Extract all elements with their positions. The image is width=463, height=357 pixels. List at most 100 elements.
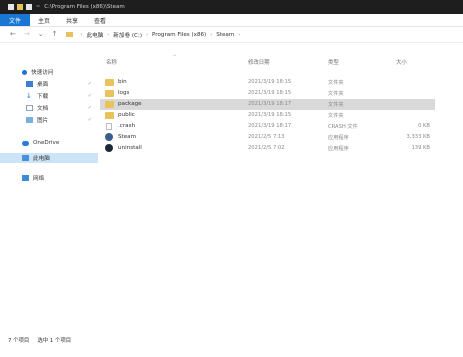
sidebar-item-label: 图片 bbox=[37, 118, 49, 124]
forward-button[interactable]: → bbox=[24, 31, 30, 38]
ribbon-tabs: 文件 主页 共享 查看 bbox=[0, 14, 463, 27]
document-icon bbox=[26, 105, 33, 111]
sidebar-item-label: 桌面 bbox=[37, 82, 49, 88]
download-icon: ↓ bbox=[26, 92, 32, 100]
file-row-package[interactable]: package 2021/3/19 18:17 文件夹 bbox=[100, 99, 435, 110]
sidebar-item-downloads[interactable]: ↓ 下载 ✓ bbox=[0, 91, 98, 101]
sidebar-item-this-pc[interactable]: 此电脑 bbox=[0, 153, 98, 163]
file-name: package bbox=[118, 101, 142, 107]
pin-icon: ✓ bbox=[87, 81, 92, 87]
file-type: 应用程序 bbox=[328, 135, 349, 141]
file-date: 2021/3/19 18:15 bbox=[248, 112, 292, 118]
sidebar-item-label: 文档 bbox=[37, 106, 49, 112]
quick-access-folder-icon[interactable] bbox=[17, 4, 23, 10]
file-date: 2021/2/5 7:02 bbox=[248, 145, 285, 151]
breadcrumb-program-files[interactable]: Program Files (x86) bbox=[152, 32, 206, 38]
pin-icon: ✓ bbox=[87, 105, 92, 111]
picture-icon bbox=[26, 117, 33, 123]
status-bar: 7 个项目 选中 1 个项目 bbox=[0, 333, 463, 347]
tab-file[interactable]: 文件 bbox=[0, 14, 31, 26]
column-header-type[interactable]: 类型 bbox=[328, 58, 339, 66]
recent-locations-button[interactable]: ⌄ bbox=[38, 31, 44, 38]
file-name: logs bbox=[118, 90, 130, 96]
file-name: bin bbox=[118, 79, 127, 85]
window-title: C:\Program Files (x86)\Steam bbox=[44, 4, 125, 10]
file-name: uninstall bbox=[118, 145, 142, 151]
column-header-size[interactable]: 大小 bbox=[396, 58, 407, 66]
column-header-name[interactable]: 名称 bbox=[106, 58, 117, 66]
breadcrumb[interactable]: › 此电脑 › 新加卷 (C:) › Program Files (x86) ›… bbox=[65, 29, 245, 40]
uninstall-icon bbox=[105, 144, 113, 152]
up-button[interactable]: ↑ bbox=[52, 31, 58, 38]
file-type: CRASH 文件 bbox=[328, 124, 358, 130]
title-separator: = bbox=[36, 4, 41, 10]
chevron-right-icon: › bbox=[238, 31, 241, 38]
star-icon bbox=[22, 69, 27, 75]
sort-indicator-icon: ^ bbox=[173, 54, 177, 59]
breadcrumb-drive-c[interactable]: 新加卷 (C:) bbox=[113, 31, 142, 39]
app-icon bbox=[8, 4, 14, 10]
file-row-logs[interactable]: logs 2021/3/19 18:15 文件夹 bbox=[100, 88, 435, 99]
tab-view[interactable]: 查看 bbox=[86, 14, 114, 26]
sidebar-item-desktop[interactable]: 桌面 ✓ bbox=[0, 79, 98, 89]
file-type: 文件夹 bbox=[328, 80, 344, 86]
folder-icon bbox=[65, 32, 73, 37]
pin-icon: ✓ bbox=[87, 93, 92, 99]
breadcrumb-steam[interactable]: Steam bbox=[216, 32, 234, 38]
chevron-right-icon: › bbox=[210, 31, 213, 38]
sidebar-item-label: 网络 bbox=[33, 176, 45, 182]
selected-count: 选中 1 个项目 bbox=[37, 338, 72, 344]
file-type: 文件夹 bbox=[328, 113, 344, 119]
steam-icon bbox=[105, 133, 113, 141]
sidebar-item-pictures[interactable]: 图片 ✓ bbox=[0, 115, 98, 125]
back-button[interactable]: ← bbox=[10, 31, 16, 38]
desktop-icon bbox=[26, 81, 33, 87]
address-bar-row: ← → ⌄ ↑ › 此电脑 › 新加卷 (C:) › Program Files… bbox=[0, 27, 463, 43]
sidebar-item-onedrive[interactable]: OneDrive bbox=[0, 138, 98, 148]
folder-icon bbox=[105, 112, 114, 119]
file-size: 3,333 KB bbox=[406, 134, 430, 140]
file-row-bin[interactable]: bin 2021/3/19 18:15 文件夹 bbox=[100, 77, 435, 88]
file-icon bbox=[106, 123, 112, 130]
folder-icon bbox=[105, 101, 114, 108]
sidebar-item-label: 下载 bbox=[37, 94, 49, 100]
file-date: 2021/3/19 18:17 bbox=[248, 101, 292, 107]
file-name: Steam bbox=[118, 134, 137, 140]
file-date: 2021/3/19 18:17 bbox=[248, 123, 292, 129]
file-size: 139 KB bbox=[411, 145, 430, 151]
column-header-date[interactable]: 修改日期 bbox=[248, 58, 270, 66]
file-type: 文件夹 bbox=[328, 102, 344, 108]
cloud-icon bbox=[22, 140, 29, 146]
computer-icon bbox=[22, 155, 29, 161]
chevron-right-icon: › bbox=[80, 31, 83, 38]
file-date: 2021/3/19 18:15 bbox=[248, 90, 292, 96]
file-name: .crash bbox=[118, 123, 136, 129]
quick-access-properties-icon[interactable] bbox=[26, 4, 32, 10]
sidebar-item-documents[interactable]: 文档 ✓ bbox=[0, 103, 98, 113]
title-bar: = C:\Program Files (x86)\Steam bbox=[0, 0, 463, 14]
tab-share[interactable]: 共享 bbox=[58, 14, 86, 26]
file-size: 0 KB bbox=[418, 123, 430, 129]
file-row-uninstall[interactable]: uninstall 2021/2/5 7:02 应用程序 139 KB bbox=[100, 143, 435, 154]
tab-home[interactable]: 主页 bbox=[30, 14, 58, 26]
file-row-crash[interactable]: .crash 2021/3/19 18:17 CRASH 文件 0 KB bbox=[100, 121, 435, 132]
file-date: 2021/3/19 18:15 bbox=[248, 79, 292, 85]
file-type: 应用程序 bbox=[328, 146, 349, 152]
sidebar-item-label: 快速访问 bbox=[31, 70, 54, 76]
chevron-right-icon: › bbox=[146, 31, 149, 38]
sidebar-item-label: OneDrive bbox=[33, 140, 60, 146]
file-row-steam[interactable]: Steam 2021/2/5 7:13 应用程序 3,333 KB bbox=[100, 132, 435, 143]
item-count: 7 个项目 bbox=[8, 338, 30, 344]
network-icon bbox=[22, 175, 29, 181]
sidebar-item-quick-access[interactable]: 快速访问 bbox=[0, 67, 98, 77]
breadcrumb-this-pc[interactable]: 此电脑 bbox=[87, 31, 104, 39]
sidebar-item-label: 此电脑 bbox=[33, 156, 50, 162]
navigation-pane: 快速访问 桌面 ✓ ↓ 下载 ✓ 文档 ✓ 图片 ✓ OneDrive 此电脑 … bbox=[0, 62, 98, 332]
pin-icon: ✓ bbox=[87, 117, 92, 123]
chevron-right-icon: › bbox=[107, 31, 110, 38]
folder-icon bbox=[105, 79, 114, 86]
folder-icon bbox=[105, 90, 114, 97]
file-date: 2021/2/5 7:13 bbox=[248, 134, 285, 140]
sidebar-item-network[interactable]: 网络 bbox=[0, 173, 98, 183]
file-row-public[interactable]: public 2021/3/19 18:15 文件夹 bbox=[100, 110, 435, 121]
